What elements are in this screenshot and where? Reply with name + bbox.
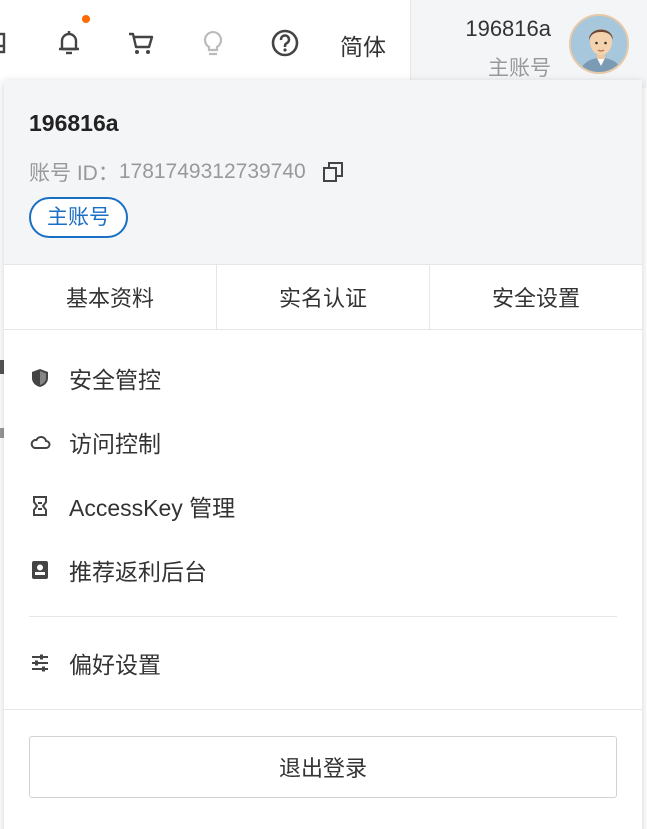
menu-divider (29, 616, 617, 617)
help-icon[interactable] (268, 26, 302, 60)
menu-item-preferences[interactable]: 偏好设置 (4, 631, 642, 695)
tab-real-name-auth[interactable]: 实名认证 (216, 265, 429, 329)
notification-dot (82, 15, 90, 23)
sliders-icon (29, 652, 51, 674)
account-name: 196816a (29, 110, 119, 136)
copy-icon[interactable] (322, 161, 344, 183)
menu-item-security-control[interactable]: 安全管控 (4, 346, 642, 410)
account-id-row: 账号 ID： 1781749312739740 (29, 157, 617, 187)
top-navigation-bar: 简体 196816a 主账号 (0, 0, 647, 88)
menu-item-label: 安全管控 (69, 367, 161, 393)
account-tabs: 基本资料 实名认证 安全设置 (4, 264, 642, 330)
logout-section: 退出登录 (4, 710, 642, 824)
user-role: 主账号 (488, 57, 551, 80)
bell-icon[interactable] (52, 26, 86, 60)
avatar[interactable] (569, 14, 629, 74)
cloud-icon (29, 431, 51, 453)
shield-icon (29, 367, 51, 389)
tab-basic-info[interactable]: 基本资料 (4, 265, 216, 329)
language-switch[interactable]: 简体 (340, 28, 386, 62)
menu-item-accesskey[interactable]: AccessKey 管理 (4, 474, 642, 538)
user-name: 196816a (465, 16, 551, 41)
user-menu-trigger[interactable]: 196816a 主账号 (410, 0, 647, 88)
cart-icon[interactable] (124, 26, 158, 60)
tab-security-settings[interactable]: 安全设置 (429, 265, 642, 329)
account-menu: 安全管控 访问控制 AccessKey 管理 推荐返利后台 偏好设置 (4, 330, 642, 695)
account-role-badge: 主账号 (29, 197, 128, 238)
document-icon[interactable] (0, 26, 18, 60)
menu-item-label: 推荐返利后台 (69, 559, 207, 585)
logout-button[interactable]: 退出登录 (29, 736, 617, 798)
user-dropdown-panel: 196816a 账号 ID： 1781749312739740 主账号 基本资料… (4, 80, 642, 829)
account-info-header: 196816a 账号 ID： 1781749312739740 主账号 (4, 80, 642, 264)
key-icon (29, 495, 51, 517)
menu-item-label: 访问控制 (69, 431, 161, 457)
menu-item-label: 偏好设置 (69, 652, 161, 678)
menu-item-referral-rebate[interactable]: 推荐返利后台 (4, 538, 642, 602)
account-id-label: 账号 ID： (29, 162, 119, 185)
lightbulb-icon[interactable] (196, 26, 230, 60)
menu-item-label: AccessKey 管理 (69, 495, 236, 521)
menu-item-access-control[interactable]: 访问控制 (4, 410, 642, 474)
rebate-icon (29, 559, 51, 581)
account-id-value: 1781749312739740 (118, 160, 306, 183)
